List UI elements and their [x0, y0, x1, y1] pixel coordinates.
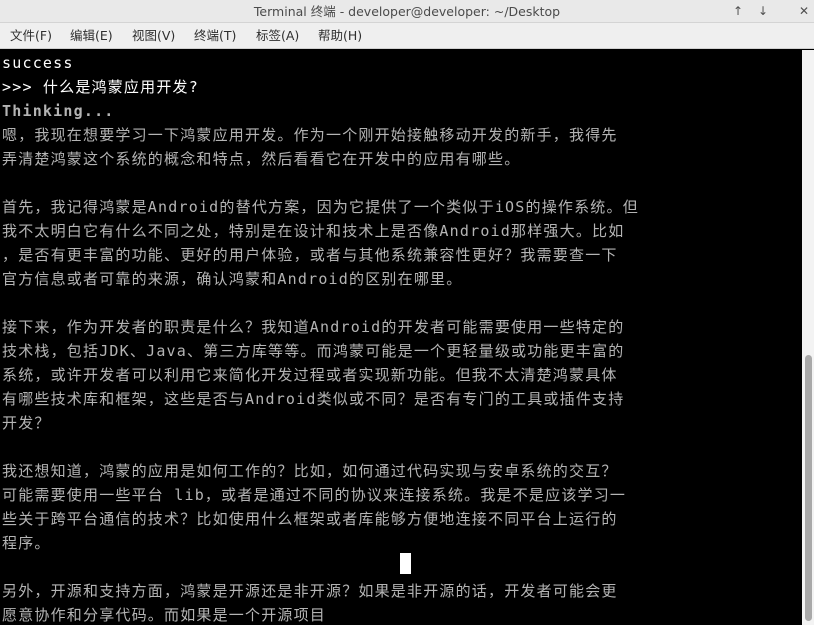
output-line: ，是否有更丰富的功能、更好的用户体验，或者与其他系统兼容性更好？我需要查一下 — [2, 246, 618, 264]
output-line: 愿意协作和分享代码。而如果是一个开源项目 — [2, 606, 327, 624]
menu-terminal[interactable]: 终端(T) — [194, 23, 236, 49]
output-line: 首先，我记得鸿蒙是Android的替代方案，因为它提供了一个类似于iOS的操作系… — [2, 198, 639, 216]
prompt-line: >>> 什么是鸿蒙应用开发? — [2, 78, 199, 96]
scrollbar-thumb[interactable] — [805, 355, 812, 621]
output-line: 嗯，我现在想要学习一下鸿蒙应用开发。作为一个刚开始接触移动开发的新手，我得先 — [2, 126, 618, 144]
output-line: success — [2, 54, 74, 72]
output-line: 我还想知道，鸿蒙的应用是如何工作的？比如，如何通过代码实现与安卓系统的交互？ — [2, 462, 618, 480]
output-line: 接下来，作为开发者的职责是什么？我知道Android的开发者可能需要使用一些特定… — [2, 318, 625, 336]
maximize-up-icon[interactable]: ↑ — [728, 2, 748, 21]
output-line: 可能需要使用一些平台 lib，或者是通过不同的协议来连接系统。我是不是应该学习一 — [2, 486, 627, 504]
output-line: 程序。 — [2, 534, 51, 552]
title-bar: Terminal 终端 - developer@developer: ~/Des… — [0, 0, 814, 23]
menu-bar: 文件(F) 编辑(E) 视图(V) 终端(T) 标签(A) 帮助(H) — [0, 23, 814, 49]
thinking-line: Thinking... — [2, 102, 115, 120]
close-icon[interactable]: ✕ — [794, 2, 814, 21]
menu-help[interactable]: 帮助(H) — [318, 23, 362, 49]
menu-edit[interactable]: 编辑(E) — [70, 23, 113, 49]
text-cursor — [400, 553, 411, 574]
output-line: 官方信息或者可靠的来源，确认鸿蒙和Android的区别在哪里。 — [2, 270, 463, 288]
terminal-window: Terminal 终端 - developer@developer: ~/Des… — [0, 0, 814, 625]
menu-tabs[interactable]: 标签(A) — [256, 23, 299, 49]
output-line: 些关于跨平台通信的技术？比如使用什么框架或者库能够方便地连接不同平台上运行的 — [2, 510, 618, 528]
output-line: 有哪些技术库和框架，这些是否与Android类似或不同？是否有专门的工具或插件支… — [2, 390, 625, 408]
window-title: Terminal 终端 - developer@developer: ~/Des… — [253, 4, 561, 19]
output-line: 技术栈，包括JDK、Java、第三方库等等。而鸿蒙可能是一个更轻量级或功能更丰富… — [2, 342, 625, 360]
minimize-down-icon[interactable]: ↓ — [753, 2, 773, 21]
output-line: 开发？ — [2, 414, 51, 432]
menu-file[interactable]: 文件(F) — [10, 23, 52, 49]
output-line: 弄清楚鸿蒙这个系统的概念和特点，然后看看它在开发中的应用有哪些。 — [2, 150, 521, 168]
menu-view[interactable]: 视图(V) — [132, 23, 175, 49]
output-line: 系统，或许开发者可以利用它来简化开发过程或者实现新功能。但我不太清楚鸿蒙具体 — [2, 366, 618, 384]
output-line: 我不太明白它有什么不同之处，特别是在设计和技术上是否像Android那样强大。比… — [2, 222, 625, 240]
output-line: 另外，开源和支持方面，鸿蒙是开源还是非开源？如果是非开源的话，开发者可能会更 — [2, 582, 618, 600]
terminal-output[interactable]: success >>> 什么是鸿蒙应用开发? Thinking... 嗯，我现在… — [0, 50, 802, 625]
